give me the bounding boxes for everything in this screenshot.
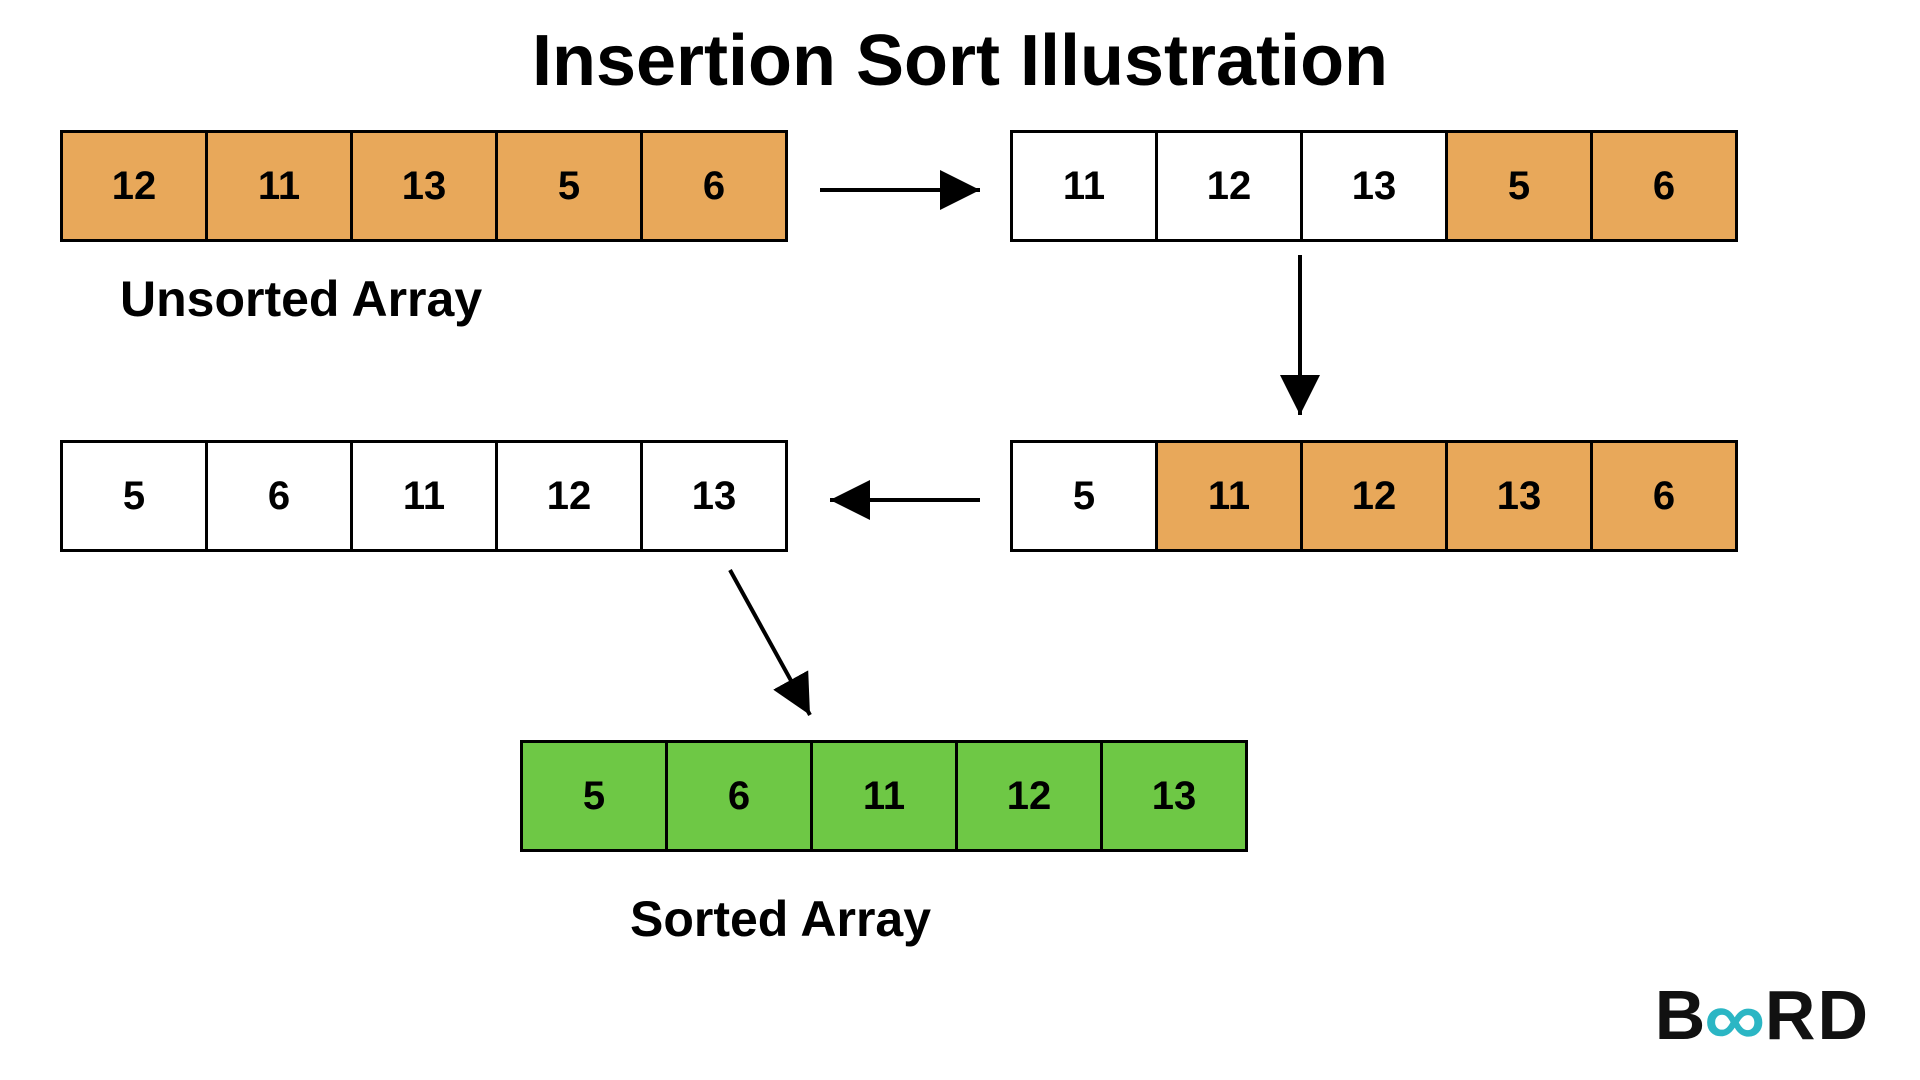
array-cell: 5 [520, 740, 668, 852]
array-cell: 5 [1445, 130, 1593, 242]
array-cell: 6 [665, 740, 813, 852]
logo-letter-b: B [1655, 975, 1708, 1055]
array-cell: 11 [205, 130, 353, 242]
array-cell: 5 [495, 130, 643, 242]
array-step1: 12111356 [60, 130, 788, 242]
sorted-label: Sorted Array [630, 890, 931, 948]
array-cell: 12 [60, 130, 208, 242]
arrow-step3-to-step4 [820, 480, 990, 520]
array-final: 56111213 [520, 740, 1248, 852]
array-cell: 11 [350, 440, 498, 552]
array-cell: 11 [1155, 440, 1303, 552]
array-cell: 13 [350, 130, 498, 242]
array-step3: 51112136 [1010, 440, 1738, 552]
array-cell: 13 [1300, 130, 1448, 242]
array-cell: 13 [640, 440, 788, 552]
array-cell: 12 [1155, 130, 1303, 242]
array-cell: 12 [1300, 440, 1448, 552]
array-cell: 5 [1010, 440, 1158, 552]
array-cell: 6 [640, 130, 788, 242]
array-cell: 6 [1590, 130, 1738, 242]
diagram-title: Insertion Sort Illustration [0, 20, 1920, 102]
arrow-step2-to-step3 [1280, 255, 1320, 425]
logo-infinity-icon: ∞ [1704, 973, 1767, 1064]
array-cell: 12 [495, 440, 643, 552]
array-cell: 6 [1590, 440, 1738, 552]
array-cell: 6 [205, 440, 353, 552]
logo-letters-rd: RD [1765, 975, 1870, 1055]
array-cell: 13 [1100, 740, 1248, 852]
array-cell: 11 [1010, 130, 1158, 242]
array-cell: 13 [1445, 440, 1593, 552]
array-cell: 11 [810, 740, 958, 852]
array-step2: 11121356 [1010, 130, 1738, 242]
arrow-step4-to-final [720, 565, 840, 730]
board-logo: B∞RD [1655, 969, 1870, 1060]
unsorted-label: Unsorted Array [120, 270, 482, 328]
array-cell: 5 [60, 440, 208, 552]
array-cell: 12 [955, 740, 1103, 852]
array-step4: 56111213 [60, 440, 788, 552]
arrow-step1-to-step2 [820, 170, 990, 210]
